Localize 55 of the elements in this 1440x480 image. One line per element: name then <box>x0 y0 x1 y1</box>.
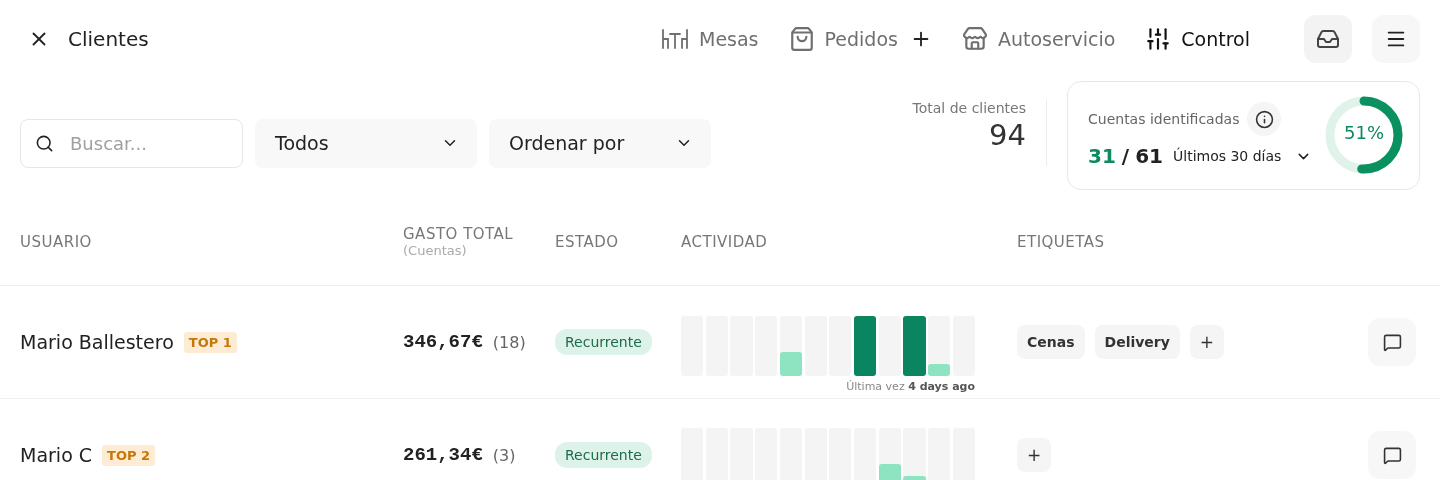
search-field[interactable]: Buscar... <box>20 118 243 168</box>
status-badge: Recurrente <box>555 329 652 355</box>
dropdown[interactable]: Todos <box>255 118 477 168</box>
search-icon <box>35 133 54 153</box>
page-title: Clientes <box>68 27 150 51</box>
dropdown[interactable]: Ordenar por <box>489 118 711 168</box>
activity-bar <box>779 351 802 376</box>
info-icon <box>1254 109 1274 129</box>
chat-bubble-icon <box>1382 445 1402 465</box>
table-chairs-icon <box>661 27 689 51</box>
comment-button[interactable] <box>1368 431 1416 479</box>
sliders-icon <box>1145 26 1172 52</box>
column-header: USUARIO <box>20 232 93 251</box>
tag[interactable]: Delivery <box>1094 325 1180 359</box>
nav-tab[interactable]: Mesas <box>661 27 759 51</box>
status-badge: Recurrente <box>555 442 652 468</box>
chat-bubble-icon <box>1382 332 1402 352</box>
card-title: Cuentas identificadas <box>1088 111 1240 127</box>
period-dropdown[interactable]: Últimos 30 días <box>1173 147 1313 165</box>
activity-bar <box>903 315 926 376</box>
tag[interactable]: Cenas <box>1017 325 1085 359</box>
add-tag-button[interactable]: + <box>1017 438 1051 472</box>
comment-button[interactable] <box>1368 318 1416 366</box>
rank-badge: TOP 2 <box>102 444 156 466</box>
identified-count: 31 <box>1088 144 1116 168</box>
tray-button[interactable] <box>1304 15 1352 63</box>
customer-name: Mario C <box>20 444 93 466</box>
bag-icon <box>788 26 815 52</box>
total-spend: 261,34€ <box>403 444 483 466</box>
tray-icon <box>1316 27 1340 51</box>
total-count: 61 <box>1135 144 1163 168</box>
column-header: ESTADO <box>555 232 620 251</box>
separator: / <box>1121 144 1130 168</box>
store-icon <box>961 26 988 52</box>
total-spend: 346,67€ <box>403 331 483 353</box>
column-header: GASTO TOTAL <box>403 225 515 243</box>
activity-bar <box>853 315 877 376</box>
percent-value: 51% <box>1343 122 1385 143</box>
stat-label: Total de clientes <box>912 100 1026 116</box>
rank-badge: TOP 1 <box>183 331 237 353</box>
menu-button[interactable] <box>1372 15 1420 63</box>
add-tag-button[interactable]: + <box>1189 325 1224 359</box>
customer-name: Mario Ballestero <box>20 331 174 353</box>
nav-tab[interactable]: Control <box>1145 26 1250 52</box>
column-subtitle: (Cuentas) <box>403 243 468 258</box>
nav-tab[interactable]: Pedidos <box>788 26 898 52</box>
bill-count: (3) <box>492 445 516 465</box>
bill-count: (18) <box>492 332 526 352</box>
stat-value: 94 <box>989 118 1026 152</box>
column-header: ACTIVIDAD <box>681 232 769 251</box>
column-header: ETIQUETAS <box>1017 232 1106 251</box>
last-seen: Última vez 4 days ago <box>846 379 975 393</box>
nav-tab[interactable]: Autoservicio <box>961 26 1116 52</box>
activity-bar <box>928 363 951 376</box>
info-button[interactable] <box>1247 102 1282 136</box>
